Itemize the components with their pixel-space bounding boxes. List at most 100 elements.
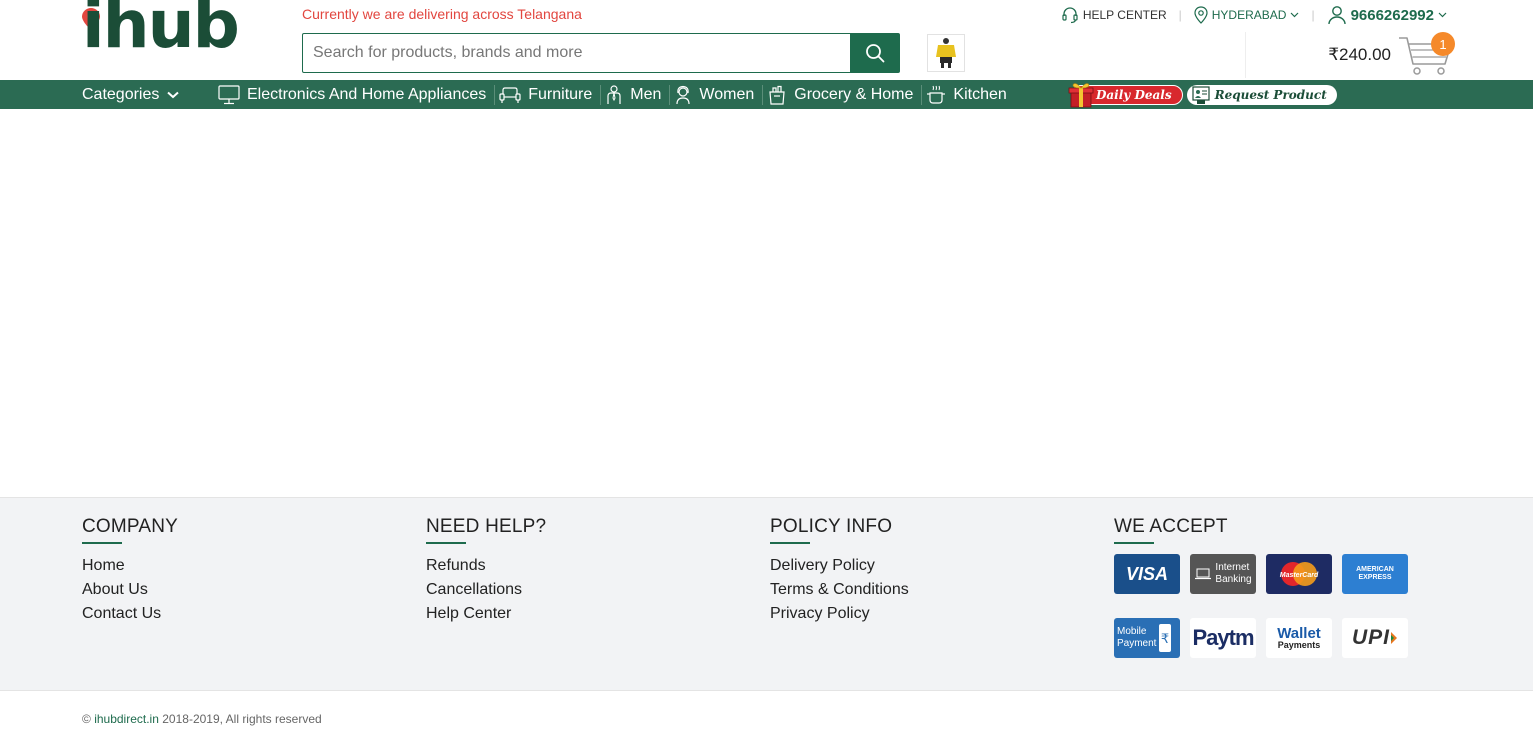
copyright-notice: © ihubdirect.in 2018-2019, All rights re… [82, 712, 322, 726]
footer-heading: NEED HELP? [426, 516, 547, 537]
category-links: Electronics And Home Appliances Furnitur… [214, 80, 1015, 109]
copyright-text: 2018-2019, All rights reserved [162, 712, 322, 726]
woman-icon [676, 85, 691, 104]
mastercard-label: MasterCard [1280, 572, 1319, 579]
cart-total: ₹240.00 [1328, 45, 1391, 64]
location-selector[interactable]: HYDERABAD [1194, 6, 1300, 24]
request-product-button[interactable]: Request Product [1186, 85, 1337, 105]
mobile-line-2: Payment [1117, 638, 1157, 649]
amex-logo: AMERICAN EXPRESS [1342, 554, 1408, 594]
footer-help: NEED HELP? Refunds Cancellations Help Ce… [426, 516, 546, 626]
cart-icon-wrap: 1 [1397, 32, 1455, 78]
user-icon [1327, 6, 1346, 25]
footer-link-refunds[interactable]: Refunds [426, 554, 546, 578]
upi-logo: UPI [1342, 618, 1408, 658]
categories-label: Categories [82, 85, 160, 103]
shirt-product-image [936, 38, 956, 68]
daily-deals-button[interactable]: Daily Deals [1068, 83, 1183, 108]
divider: | [1178, 8, 1182, 22]
nav-item-label: Men [630, 85, 662, 103]
site-header: ihub Currently we are delivering across … [0, 0, 1533, 80]
copyright-symbol: © [82, 712, 91, 726]
footer-link-contact[interactable]: Contact Us [82, 602, 178, 626]
help-center-link[interactable]: HELP CENTER [1061, 6, 1167, 24]
heading-underline [1114, 542, 1154, 544]
footer-link-terms[interactable]: Terms & Conditions [770, 578, 909, 602]
logo-wordmark: ihub [82, 0, 240, 63]
category-navbar: Categories Electronics And Home Applianc… [0, 80, 1533, 109]
request-form-icon [1191, 86, 1210, 104]
chevron-down-icon [1438, 12, 1447, 18]
help-center-label: HELP CENTER [1082, 8, 1167, 22]
recent-product-thumbnail[interactable] [927, 34, 965, 72]
footer-heading: WE ACCEPT [1114, 516, 1228, 537]
upi-label: UPI [1351, 626, 1390, 649]
ihub-logo[interactable]: ihub [82, 0, 240, 76]
mobile-payment-logo: Mobile Payment ₹ [1114, 618, 1180, 658]
footer-heading: POLICY INFO [770, 516, 893, 537]
netbank-line-1: Internet [1215, 562, 1250, 573]
chevron-down-icon [167, 91, 180, 98]
svg-text:₹: ₹ [1161, 632, 1169, 647]
nav-item-women[interactable]: Women [670, 84, 764, 105]
account-menu[interactable]: 9666262992 [1327, 5, 1447, 25]
amex-line-2: EXPRESS [1358, 574, 1392, 581]
payment-methods: VISA Internet Banking MasterCard AMERICA… [1114, 554, 1408, 658]
request-product-label: Request Product [1214, 88, 1327, 102]
footer-link-home[interactable]: Home [82, 554, 178, 578]
location-label: HYDERABAD [1211, 8, 1287, 22]
netbank-line-2: Banking [1215, 574, 1252, 585]
delivery-notice: Currently we are delivering across Telan… [302, 6, 582, 22]
sofa-icon [499, 86, 521, 103]
heading-underline [426, 542, 466, 544]
grocery-bag-icon [769, 85, 785, 105]
upi-arrow-icon [1391, 632, 1397, 644]
gift-box-icon [1068, 83, 1094, 108]
paytm-label: Paytm [1192, 625, 1254, 650]
heading-underline [82, 542, 122, 544]
top-utility-links: HELP CENTER | HYDERABAD | 9666262992 [1061, 5, 1447, 25]
daily-deals-label: Daily Deals [1096, 88, 1172, 102]
mastercard-logo: MasterCard [1266, 554, 1332, 594]
nav-item-furniture[interactable]: Furniture [495, 84, 602, 105]
headset-icon [1062, 7, 1078, 24]
heading-underline [770, 542, 810, 544]
nav-item-label: Electronics And Home Appliances [247, 85, 487, 103]
nav-item-grocery[interactable]: Grocery & Home [763, 84, 923, 105]
footer-link-cancellations[interactable]: Cancellations [426, 578, 546, 602]
search-bar [302, 33, 900, 73]
divider: | [1311, 8, 1315, 22]
footer-link-about[interactable]: About Us [82, 578, 178, 602]
search-button[interactable] [850, 34, 899, 72]
footer-policy: POLICY INFO Delivery Policy Terms & Cond… [770, 516, 909, 626]
site-link[interactable]: ihubdirect.in [94, 712, 159, 726]
footer-link-delivery-policy[interactable]: Delivery Policy [770, 554, 909, 578]
nav-item-electronics[interactable]: Electronics And Home Appliances [214, 84, 496, 105]
nav-item-men[interactable]: Men [601, 84, 671, 105]
cart-button[interactable]: ₹240.00 1 [1245, 32, 1455, 78]
monitor-icon [218, 84, 240, 104]
footer-heading: COMPANY [82, 516, 179, 537]
cooking-pot-icon [927, 85, 946, 104]
site-footer: COMPANY Home About Us Contact Us NEED HE… [0, 497, 1533, 691]
nav-item-label: Furniture [528, 85, 593, 103]
nav-item-kitchen[interactable]: Kitchen [922, 85, 1014, 105]
mastercard-circles: MasterCard [1280, 562, 1319, 586]
wallet-line-1: Wallet [1277, 625, 1321, 642]
nav-item-label: Grocery & Home [794, 85, 914, 103]
search-input[interactable] [303, 34, 850, 72]
laptop-icon [1195, 568, 1212, 580]
paytm-logo: Paytm [1190, 618, 1256, 658]
chevron-down-icon [1291, 12, 1299, 18]
wallet-line-2: Payments [1277, 640, 1321, 650]
map-pin-icon [1194, 6, 1208, 24]
visa-logo: VISA [1114, 554, 1180, 594]
categories-dropdown[interactable]: Categories [82, 80, 180, 109]
footer-link-privacy[interactable]: Privacy Policy [770, 602, 909, 626]
nav-item-label: Women [699, 85, 755, 103]
nav-item-label: Kitchen [953, 85, 1007, 103]
footer-payments: WE ACCEPT VISA Internet Banking MasterCa… [1114, 516, 1408, 658]
footer-link-help-center[interactable]: Help Center [426, 602, 546, 626]
man-icon [607, 84, 621, 104]
footer-company: COMPANY Home About Us Contact Us [82, 516, 178, 626]
